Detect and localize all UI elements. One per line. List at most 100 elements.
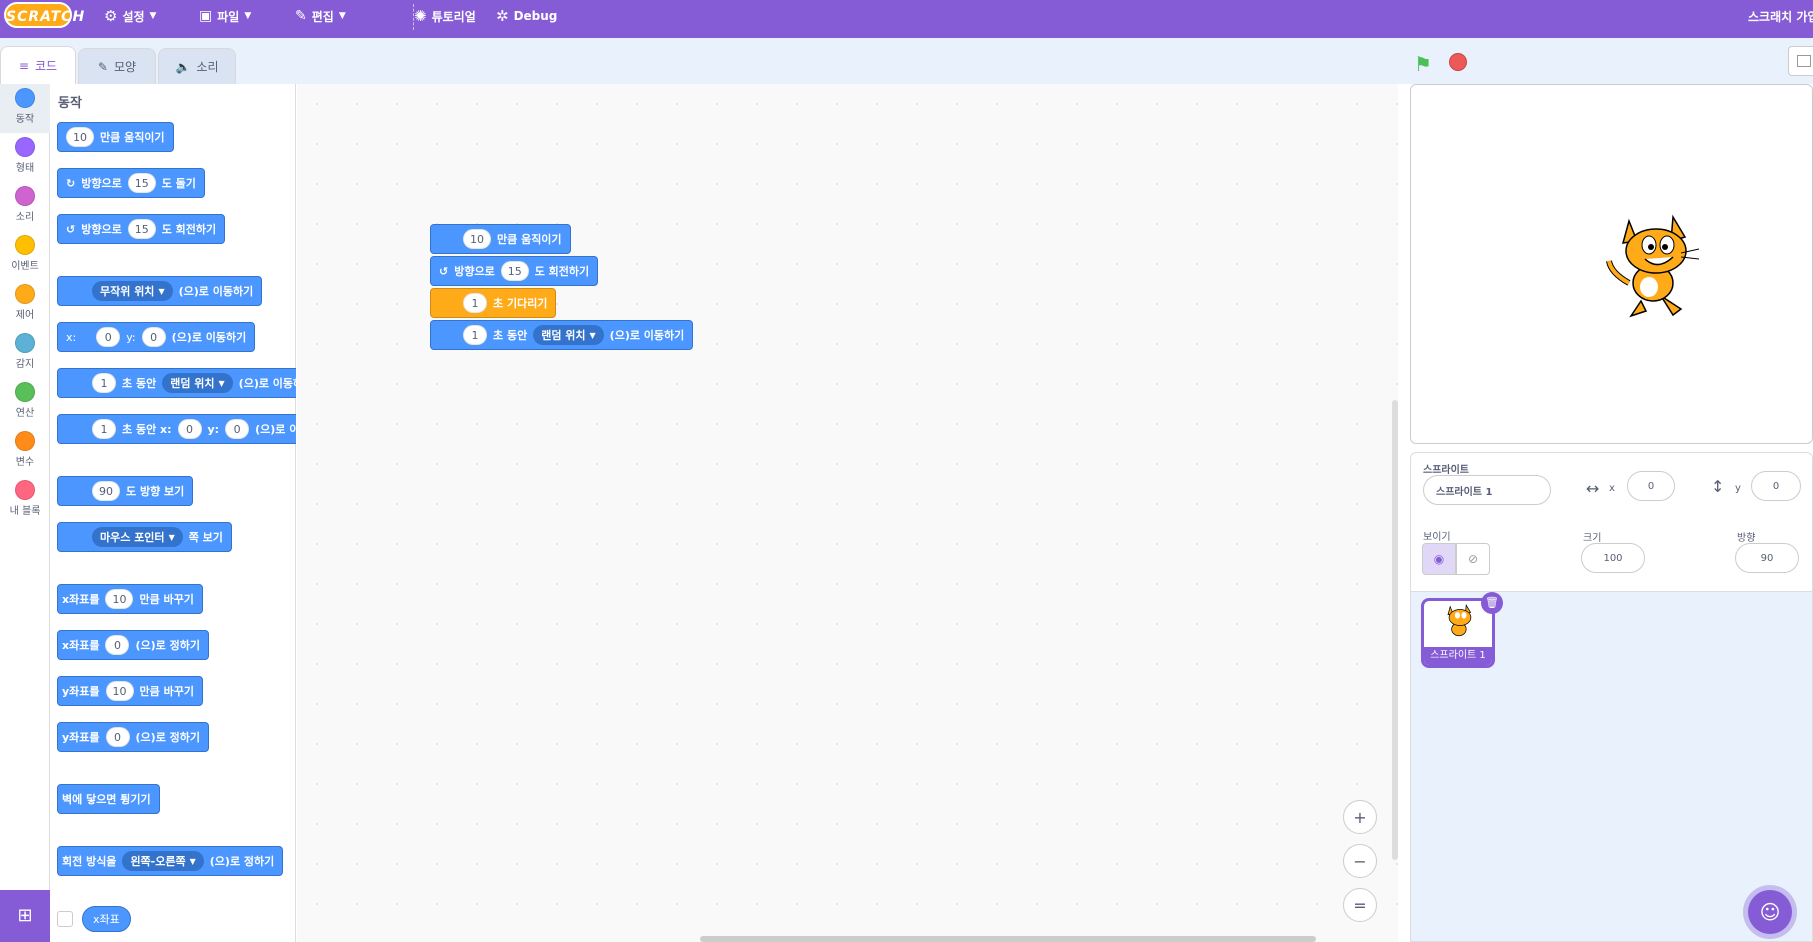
direction-field[interactable]: 90 — [1735, 543, 1799, 573]
block-input[interactable]: 1 — [92, 419, 116, 439]
block-point-direction[interactable]: 90 도 방향 보기 — [57, 476, 194, 506]
edit-menu[interactable]: ✎ 편집 ▼ — [295, 0, 346, 32]
block-set-y[interactable]: y좌표를 0 (으)로 정하기 — [57, 722, 210, 752]
block-text: 방향으로 — [81, 223, 122, 236]
block-text: y: — [207, 422, 220, 436]
block-dropdown[interactable]: 랜덤 위치 ▼ — [533, 325, 604, 345]
zoom-reset-button[interactable]: = — [1343, 888, 1377, 922]
block-dropdown[interactable]: 랜덤 위치 ▼ — [162, 373, 233, 393]
block-input[interactable]: 10 — [105, 589, 134, 609]
block-dropdown[interactable]: 왼쪽-오른쪽 ▼ — [122, 851, 204, 871]
category-variables[interactable]: 변수 — [0, 427, 50, 476]
category-sound[interactable]: 소리 — [0, 182, 50, 231]
stop-icon[interactable] — [1449, 53, 1467, 71]
file-menu[interactable]: ▣ 파일 ▼ — [199, 0, 251, 32]
delete-sprite-button[interactable]: 🗑 — [1481, 592, 1503, 614]
block-input[interactable]: 15 — [500, 261, 529, 281]
workspace-scrollbar-vertical[interactable] — [1392, 400, 1398, 860]
block-input[interactable]: 15 — [127, 219, 156, 239]
tutorials-button[interactable]: ✺ 튜토리얼 — [414, 0, 476, 32]
script-move-steps[interactable]: 10 만큼 움직이기 — [430, 224, 571, 254]
y-label: y — [1735, 483, 1741, 494]
block-dropdown[interactable]: 마우스 포인터 ▼ — [92, 527, 183, 547]
script-workspace[interactable]: 10 만큼 움직이기 ↺ 방향으로 15 도 회전하기 1 초 기다리기 1 초… — [297, 84, 1398, 942]
block-text: 방향으로 — [454, 265, 495, 278]
block-set-x[interactable]: x좌표를 0 (으)로 정하기 — [57, 630, 209, 660]
block-input[interactable]: 15 — [127, 173, 156, 193]
block-change-x[interactable]: x좌표를 10 만큼 바꾸기 — [57, 584, 203, 614]
dropdown-value: 랜덤 위치 — [541, 329, 586, 342]
green-flag-icon[interactable]: ⚑ — [1414, 52, 1432, 76]
block-input[interactable]: 1 — [463, 325, 487, 345]
block-glide-xy[interactable]: 1 초 동안 x: 0 y: 0 (으)로 이동하기 — [57, 414, 296, 444]
chevron-down-icon: ▼ — [338, 11, 346, 21]
block-input[interactable]: 0 — [177, 419, 202, 439]
category-events[interactable]: 이벤트 — [0, 231, 50, 280]
block-move-steps[interactable]: 10 만큼 움직이기 — [57, 122, 174, 152]
block-goto-xy[interactable]: x: 0 y: 0 (으)로 이동하기 — [57, 322, 256, 352]
cat-sprite-icon[interactable] — [1601, 211, 1711, 321]
block-input[interactable]: 10 — [105, 681, 134, 701]
zoom-out-button[interactable]: − — [1343, 844, 1377, 878]
block-input[interactable]: 90 — [92, 481, 120, 501]
block-point-towards[interactable]: 마우스 포인터 ▼ 쪽 보기 — [57, 522, 232, 552]
size-field[interactable]: 100 — [1581, 543, 1645, 573]
show-sprite-button[interactable]: ◉ — [1422, 543, 1456, 575]
category-operators[interactable]: 연산 — [0, 378, 50, 427]
file-icon: ▣ — [199, 8, 213, 24]
block-input[interactable]: 10 — [66, 127, 94, 147]
block-change-y[interactable]: y좌표를 10 만큼 바꾸기 — [57, 676, 203, 706]
block-input[interactable]: 10 — [463, 229, 491, 249]
vertical-arrows-icon: ↕ — [1711, 477, 1725, 496]
monitor-checkbox[interactable] — [57, 911, 73, 927]
block-glide[interactable]: 1 초 동안 랜덤 위치▼ (으)로 이동하기 — [57, 368, 296, 398]
category-motion[interactable]: 동작 — [0, 84, 50, 133]
block-turn-right[interactable]: ↻ 방향으로 15 도 돌기 — [57, 168, 205, 198]
block-dropdown[interactable]: 무작위 위치 ▼ — [92, 281, 173, 301]
block-input[interactable]: 0 — [105, 635, 130, 655]
block-goto[interactable]: 무작위 위치 ▼ (으)로 이동하기 — [57, 276, 263, 306]
block-input[interactable]: 0 — [96, 327, 121, 347]
block-input[interactable]: 1 — [92, 373, 116, 393]
block-x-position[interactable]: x좌표 — [82, 906, 131, 932]
stage-size-toggle[interactable] — [1788, 46, 1813, 76]
zoom-in-button[interactable]: + — [1343, 800, 1377, 834]
block-turn-left[interactable]: ↺ 방향으로 15 도 회전하기 — [57, 214, 226, 244]
block-input[interactable]: 0 — [105, 727, 130, 747]
category-sensing[interactable]: 감지 — [0, 329, 50, 378]
chevron-down-icon: ▼ — [589, 330, 596, 340]
add-extension-button[interactable]: ⊞ — [0, 890, 50, 942]
workspace-scrollbar-horizontal[interactable] — [700, 936, 1316, 942]
tab-sounds[interactable]: 🔈 소리 — [158, 48, 236, 84]
scratch-logo[interactable]: SCRATCH — [4, 2, 84, 28]
category-looks[interactable]: 형태 — [0, 133, 50, 182]
join-scratch-link[interactable]: 스크래치 가입 — [1748, 0, 1813, 32]
show-label: 보이기 — [1423, 532, 1451, 543]
stage-canvas[interactable] — [1410, 84, 1813, 444]
add-sprite-button[interactable]: ☺ — [1748, 890, 1792, 934]
chevron-down-icon: ▼ — [149, 11, 157, 21]
category-my-blocks[interactable]: 내 블록 — [0, 476, 50, 525]
tab-costumes[interactable]: ✎ 모양 — [78, 48, 156, 84]
block-input[interactable]: 0 — [225, 419, 250, 439]
script-wait[interactable]: 1 초 기다리기 — [430, 288, 557, 318]
settings-menu[interactable]: ⚙ 설정 ▼ — [104, 0, 156, 32]
category-dot — [15, 480, 35, 500]
block-bounce[interactable]: 벽에 닿으면 튕기기 — [57, 784, 160, 814]
block-text: (으)로 정하기 — [209, 855, 275, 868]
block-input[interactable]: 0 — [141, 327, 166, 347]
category-control[interactable]: 제어 — [0, 280, 50, 329]
tab-code[interactable]: ≡ 코드 — [0, 46, 76, 84]
sprite-name-field[interactable]: 스프라이트 1 — [1423, 475, 1551, 505]
block-input[interactable]: 1 — [463, 293, 487, 313]
y-field[interactable]: 0 — [1751, 471, 1801, 501]
hide-sprite-button[interactable]: ⊘ — [1456, 543, 1490, 575]
block-text: 쪽 보기 — [188, 531, 223, 544]
file-menu-label: 파일 — [217, 9, 240, 24]
script-turn[interactable]: ↺ 방향으로 15 도 회전하기 — [430, 256, 599, 286]
block-rotation-style[interactable]: 회전 방식을 왼쪽-오른쪽 ▼ (으)로 정하기 — [57, 846, 284, 876]
x-field[interactable]: 0 — [1627, 471, 1675, 501]
debug-button[interactable]: ✲ Debug — [496, 0, 557, 32]
block-text: y좌표를 — [62, 731, 100, 744]
script-glide[interactable]: 1 초 동안 랜덤 위치 ▼ (으)로 이동하기 — [430, 320, 694, 350]
